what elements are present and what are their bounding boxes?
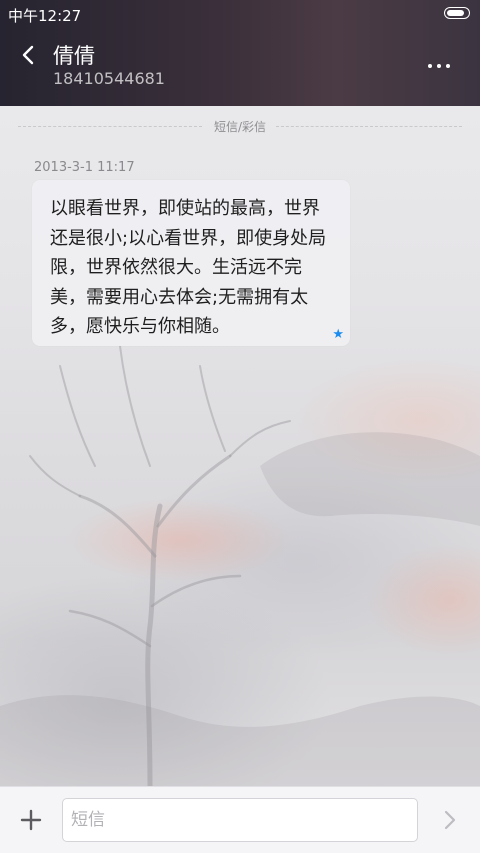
message-composer [0,786,480,853]
conversation-header: 中午12:27 倩倩 18410544681 [0,0,480,106]
chevron-left-icon [22,45,34,65]
add-attachment-button[interactable] [18,807,44,833]
more-options-button[interactable] [424,56,454,76]
contact-name[interactable]: 倩倩 [53,40,95,70]
message-timestamp: 2013-3-1 11:17 [34,160,135,175]
battery-level-fill [447,10,465,16]
more-dots-icon [428,64,432,68]
status-time: 中午12:27 [8,7,82,25]
star-icon: ★ [332,327,344,342]
more-dots-icon [446,64,450,68]
sms-conversation-screen: 中午12:27 倩倩 18410544681 短信/彩信 2013-3-1 11… [0,0,480,853]
back-button[interactable] [14,40,44,70]
chevron-right-icon [444,810,456,830]
divider-line-right [276,126,462,127]
send-button[interactable] [440,807,460,833]
plus-icon [20,809,42,831]
contact-phone-number: 18410544681 [53,69,165,88]
thread-type-divider: 短信/彩信 [18,118,462,136]
message-input[interactable] [62,798,418,842]
more-dots-icon [437,64,441,68]
incoming-message-bubble[interactable]: 以眼看世界，即使站的最高，世界还是很小;以心看世界，即使身处局限，世界依然很大。… [32,180,350,346]
battery-icon [444,7,470,19]
status-bar: 中午12:27 [0,0,480,28]
message-text: 以眼看世界，即使站的最高，世界还是很小;以心看世界，即使身处局限，世界依然很大。… [50,198,327,337]
